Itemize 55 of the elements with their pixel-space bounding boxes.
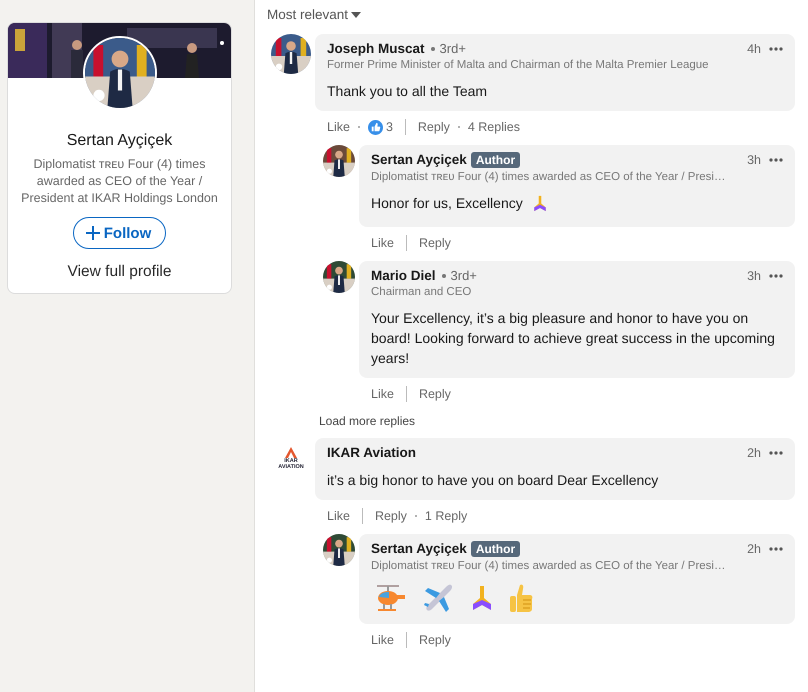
replies-count[interactable]: 4 Replies — [468, 120, 520, 134]
timestamp: 4h — [747, 42, 761, 56]
author-headline: Diplomatist ᴛʀᴇᴜ Four (4) times awarded as CEO of the Year / Presi… — [371, 560, 726, 572]
like-button[interactable]: Like — [327, 120, 350, 134]
airplane-icon — [423, 582, 455, 614]
profile-name[interactable]: Sertan Ayçiçek — [66, 132, 172, 150]
reply-button[interactable]: Reply — [418, 120, 450, 134]
more-icon[interactable] — [769, 451, 783, 455]
thumbs-up-icon — [509, 583, 533, 613]
view-profile-link[interactable]: View full profile — [68, 263, 172, 281]
more-icon[interactable] — [769, 47, 783, 51]
profile-headline: Diplomatist ᴛʀᴇᴜ Four (4) times awarded as CEO of the Year / President at IKAR Holdings London — [20, 156, 219, 207]
like-button[interactable]: Like — [371, 387, 394, 401]
helicopter-icon — [375, 584, 407, 612]
folded-hands-icon — [471, 585, 493, 611]
reaction-count[interactable]: 3 — [386, 120, 393, 134]
plus-icon — [86, 226, 100, 240]
author-headline: Chairman and CEO — [371, 286, 472, 298]
more-icon[interactable] — [769, 547, 783, 551]
author-name[interactable]: Sertan Ayçiçek — [371, 541, 467, 556]
comment-text: Thank you to all the Team — [327, 83, 488, 99]
author-name[interactable]: Mario Diel — [371, 268, 436, 283]
author-name[interactable]: Sertan Ayçiçek — [371, 152, 467, 167]
more-icon[interactable] — [769, 274, 783, 278]
follow-button[interactable]: Follow — [72, 217, 166, 249]
caret-icon — [351, 12, 362, 18]
comment-text: it’s a big honor to have you on board Dear Excellency — [327, 472, 658, 488]
reply-button[interactable]: Reply — [374, 509, 407, 523]
connection-degree: 3rd+ — [450, 268, 477, 283]
replies-count[interactable]: 1 Reply — [424, 509, 468, 523]
author-badge: Author — [470, 152, 520, 168]
comment-text: Honor for us, Excellency — [371, 195, 523, 211]
author-name[interactable]: Joseph Muscat — [327, 41, 425, 56]
like-button[interactable]: Like — [371, 236, 394, 250]
sort-dropdown[interactable]: Most relevant — [267, 7, 362, 22]
timestamp: 3h — [747, 269, 761, 283]
load-more-replies[interactable]: Load more replies — [319, 414, 416, 428]
timestamp: 3h — [747, 153, 761, 167]
more-icon[interactable] — [769, 158, 783, 162]
author-headline: Former Prime Minister of Malta and Chairman of the Malta Premier League — [327, 59, 710, 71]
reply-button[interactable]: Reply — [418, 387, 451, 401]
timestamp: 2h — [747, 542, 761, 556]
like-button[interactable]: Like — [327, 509, 350, 523]
reply-button[interactable]: Reply — [418, 236, 451, 250]
author-name[interactable]: IKAR Aviation — [327, 445, 416, 460]
folded-hands-icon — [532, 195, 547, 212]
comment-text: Your Excellency, it’s a big pleasure and honor to have you on board! Looking forward to achieve great success in the upcoming years! — [371, 310, 775, 366]
author-headline: Diplomatist ᴛʀᴇᴜ Four (4) times awarded as CEO of the Year / Presi… — [371, 171, 726, 183]
author-badge: Author — [470, 541, 520, 557]
timestamp: 2h — [747, 446, 761, 460]
thumbs-up-icon — [368, 120, 383, 134]
like-button[interactable]: Like — [371, 633, 394, 647]
reply-button[interactable]: Reply — [418, 633, 451, 647]
logo-icon — [285, 446, 297, 458]
connection-degree: 3rd+ — [440, 41, 466, 56]
